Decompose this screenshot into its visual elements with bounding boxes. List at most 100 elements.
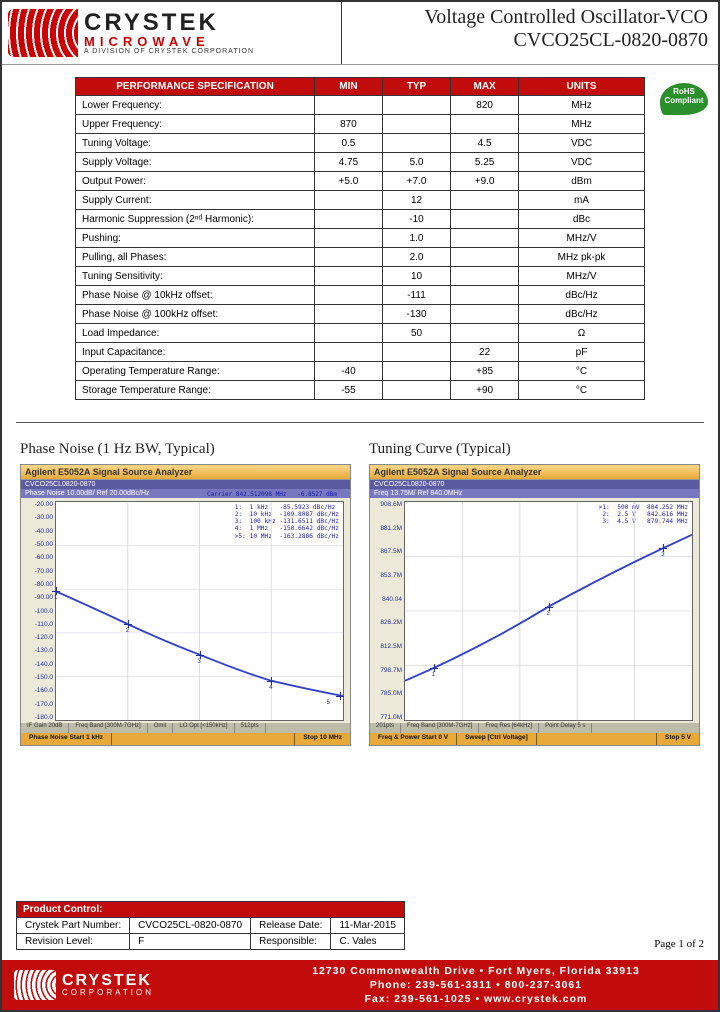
cell: Load Impedance: [76, 324, 315, 343]
cell [315, 286, 383, 305]
table-row: Pushing: 1.0 MHz/V [76, 229, 645, 248]
cell: -40 [315, 362, 383, 381]
tuning-analyzer: Agilent E5052A Signal Source Analyzer CV… [369, 464, 700, 746]
cell: Storage Temperature Range: [76, 381, 315, 400]
table-row: Storage Temperature Range:-55+90°C [76, 381, 645, 400]
cell [315, 210, 383, 229]
cell [315, 96, 383, 115]
cell: MHz pk-pk [519, 248, 645, 267]
phase-noise-analyzer: Agilent E5052A Signal Source Analyzer CV… [20, 464, 351, 746]
cell: dBc [519, 210, 645, 229]
doc-title-line2: CVCO25CL-0820-0870 [342, 29, 708, 52]
pn-status1: IF Gain 20dBFreq Band [300M-7GHz]OmitLO … [21, 723, 350, 733]
pc-r1c0: Revision Level: [17, 934, 130, 950]
pc-r0c1: CVCO25CL-0820-0870 [130, 918, 251, 934]
pc-r0c2: Release Date: [251, 918, 331, 934]
cell [451, 305, 519, 324]
cell: Harmonic Suppression (2ⁿᵈ Harmonic): [76, 210, 315, 229]
table-row: Harmonic Suppression (2ⁿᵈ Harmonic): -10 d… [76, 210, 645, 229]
cell: MHz [519, 115, 645, 134]
cell: +7.0 [382, 172, 450, 191]
cell: -10 [382, 210, 450, 229]
title-box: Voltage Controlled Oscillator-VCO CVCO25… [342, 2, 718, 64]
cell: 5.0 [382, 153, 450, 172]
cell [382, 134, 450, 153]
tc-s2-left: Freq & Power Start 0 V [370, 733, 457, 745]
col-param: PERFORMANCE SPECIFICATION [76, 78, 315, 96]
cell: Phase Noise @ 100kHz offset: [76, 305, 315, 324]
table-row: Operating Temperature Range:-40+85°C [76, 362, 645, 381]
table-row: Phase Noise @ 100kHz offset:-130dBc/Hz [76, 305, 645, 324]
cell: 870 [315, 115, 383, 134]
cell: dBc/Hz [519, 286, 645, 305]
cell: 2.0 [382, 248, 450, 267]
col-units: UNITS [519, 78, 645, 96]
cell: Supply Current: [76, 191, 315, 210]
tuning-column: Tuning Curve (Typical) Agilent E5052A Si… [369, 433, 700, 746]
cell: Output Power: [76, 172, 315, 191]
cell [382, 115, 450, 134]
phase-noise-column: Phase Noise (1 Hz BW, Typical) Agilent E… [20, 433, 351, 746]
cell: Pushing: [76, 229, 315, 248]
cell: Operating Temperature Range: [76, 362, 315, 381]
analyzer-titlebar: Agilent E5052A Signal Source Analyzer [21, 465, 350, 480]
cell [315, 305, 383, 324]
cell: 4.75 [315, 153, 383, 172]
cell: 5.25 [451, 153, 519, 172]
cell: Input Capacitance: [76, 343, 315, 362]
cell [451, 191, 519, 210]
footer: CRYSTEK CORPORATION 12730 Commonwealth D… [2, 960, 718, 1010]
cell: 820 [451, 96, 519, 115]
pn-s2-left: Phase Noise Start 1 kHz [21, 733, 112, 745]
cell [315, 324, 383, 343]
cell: +9.0 [451, 172, 519, 191]
pc-r1c3: C. Vales [331, 934, 405, 950]
footer-address: 12730 Commonwealth Drive • Fort Myers, F… [234, 964, 718, 1007]
cell: 50 [382, 324, 450, 343]
table-row: Supply Voltage:4.755.05.25VDC [76, 153, 645, 172]
cell: °C [519, 381, 645, 400]
col-typ: TYP [382, 78, 450, 96]
footer-line2: Phone: 239-561-3311 • 800-237-3061 [234, 978, 718, 992]
pc-header: Product Control: [17, 902, 405, 918]
cell: +85 [451, 362, 519, 381]
pc-r1c2: Responsible: [251, 934, 331, 950]
rohs-badge-icon: RoHS Compliant [660, 83, 708, 115]
cell [451, 324, 519, 343]
cell: +5.0 [315, 172, 383, 191]
cell: +90 [451, 381, 519, 400]
cell [451, 248, 519, 267]
page-number: Page 1 of 2 [654, 938, 704, 950]
col-max: MAX [451, 78, 519, 96]
pc-r1c1: F [130, 934, 251, 950]
content: RoHS Compliant PERFORMANCE SPECIFICATION… [2, 65, 718, 400]
cell: -111 [382, 286, 450, 305]
bottom-block: Product Control: Crystek Part Number: CV… [16, 901, 704, 950]
table-row: Output Power:+5.0+7.0+9.0dBm [76, 172, 645, 191]
footer-logo-a: CRYSTEK [62, 973, 154, 989]
header: CRYSTEK MICROWAVE A DIVISION OF CRYSTEK … [2, 2, 718, 65]
spec-table: PERFORMANCE SPECIFICATION MIN TYP MAX UN… [75, 77, 645, 400]
cell: 12 [382, 191, 450, 210]
analyzer-titlebar: Agilent E5052A Signal Source Analyzer [370, 465, 699, 480]
cell: VDC [519, 134, 645, 153]
tc-s2-mid: Sweep [Ctrl Voltage] [457, 733, 537, 745]
cell: mA [519, 191, 645, 210]
doc-title-line1: Voltage Controlled Oscillator-VCO [342, 6, 708, 29]
cell: 4.5 [451, 134, 519, 153]
cell [451, 286, 519, 305]
table-row: Lower Frequency:820MHz [76, 96, 645, 115]
col-min: MIN [315, 78, 383, 96]
pc-r0c0: Crystek Part Number: [17, 918, 130, 934]
cell: Tuning Voltage: [76, 134, 315, 153]
cell: Ω [519, 324, 645, 343]
table-row: Tuning Sensitivity:10MHz/V [76, 267, 645, 286]
pn-curve [56, 502, 343, 720]
cell: MHz/V [519, 229, 645, 248]
footer-logo-b: CORPORATION [62, 989, 154, 997]
logo-sub: MICROWAVE [84, 35, 254, 48]
cell [451, 210, 519, 229]
cell: dBc/Hz [519, 305, 645, 324]
pn-carrier: Carrier 842.512098 MHz -6.8527 dBm [207, 492, 337, 499]
cell: 1.0 [382, 229, 450, 248]
